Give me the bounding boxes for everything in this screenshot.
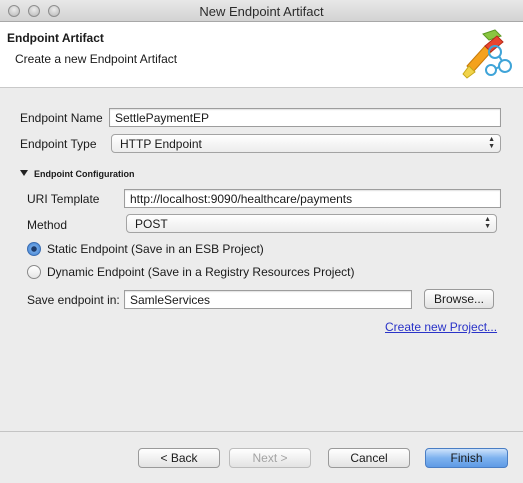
select-arrows-icon: ▲ ▼ bbox=[488, 136, 495, 150]
method-label: Method bbox=[27, 218, 68, 232]
uri-template-label: URI Template bbox=[27, 192, 100, 206]
uri-template-input[interactable]: http://localhost:9090/healthcare/payment… bbox=[124, 189, 501, 208]
window-title: New Endpoint Artifact bbox=[199, 4, 324, 19]
browse-button[interactable]: Browse... bbox=[424, 289, 494, 309]
footer-separator bbox=[0, 431, 523, 432]
disclosure-triangle-icon[interactable] bbox=[20, 170, 28, 176]
save-endpoint-input[interactable]: SamleServices bbox=[124, 290, 412, 309]
static-endpoint-radio[interactable] bbox=[27, 242, 41, 256]
endpoint-wizard-icon bbox=[462, 29, 512, 79]
section-title: Endpoint Configuration bbox=[34, 169, 135, 179]
dynamic-endpoint-label[interactable]: Dynamic Endpoint (Save in a Registry Res… bbox=[47, 265, 354, 279]
endpoint-type-label: Endpoint Type bbox=[20, 137, 97, 151]
method-select[interactable]: POST ▲ ▼ bbox=[126, 214, 497, 233]
banner-description: Create a new Endpoint Artifact bbox=[15, 52, 178, 66]
select-arrows-icon: ▲ ▼ bbox=[484, 216, 491, 230]
endpoint-name-input[interactable]: SettlePaymentEP bbox=[109, 108, 501, 127]
endpoint-name-label: Endpoint Name bbox=[20, 111, 103, 125]
cancel-button[interactable]: Cancel bbox=[328, 448, 410, 468]
next-button[interactable]: Next > bbox=[229, 448, 311, 468]
endpoint-type-select[interactable]: HTTP Endpoint ▲ ▼ bbox=[111, 134, 501, 153]
static-endpoint-label[interactable]: Static Endpoint (Save in an ESB Project) bbox=[47, 242, 264, 256]
banner-title: Endpoint Artifact bbox=[7, 31, 104, 45]
create-new-project-link[interactable]: Create new Project... bbox=[385, 320, 497, 334]
back-button[interactable]: < Back bbox=[138, 448, 220, 468]
endpoint-type-value: HTTP Endpoint bbox=[120, 137, 202, 151]
save-endpoint-label: Save endpoint in: bbox=[27, 293, 120, 307]
wizard-banner: Endpoint Artifact Create a new Endpoint … bbox=[0, 22, 523, 88]
endpoint-configuration-section[interactable]: Endpoint Configuration bbox=[20, 169, 134, 179]
title-bar: New Endpoint Artifact bbox=[0, 0, 523, 22]
finish-button[interactable]: Finish bbox=[425, 448, 508, 468]
dynamic-endpoint-radio[interactable] bbox=[27, 265, 41, 279]
method-value: POST bbox=[135, 217, 168, 231]
